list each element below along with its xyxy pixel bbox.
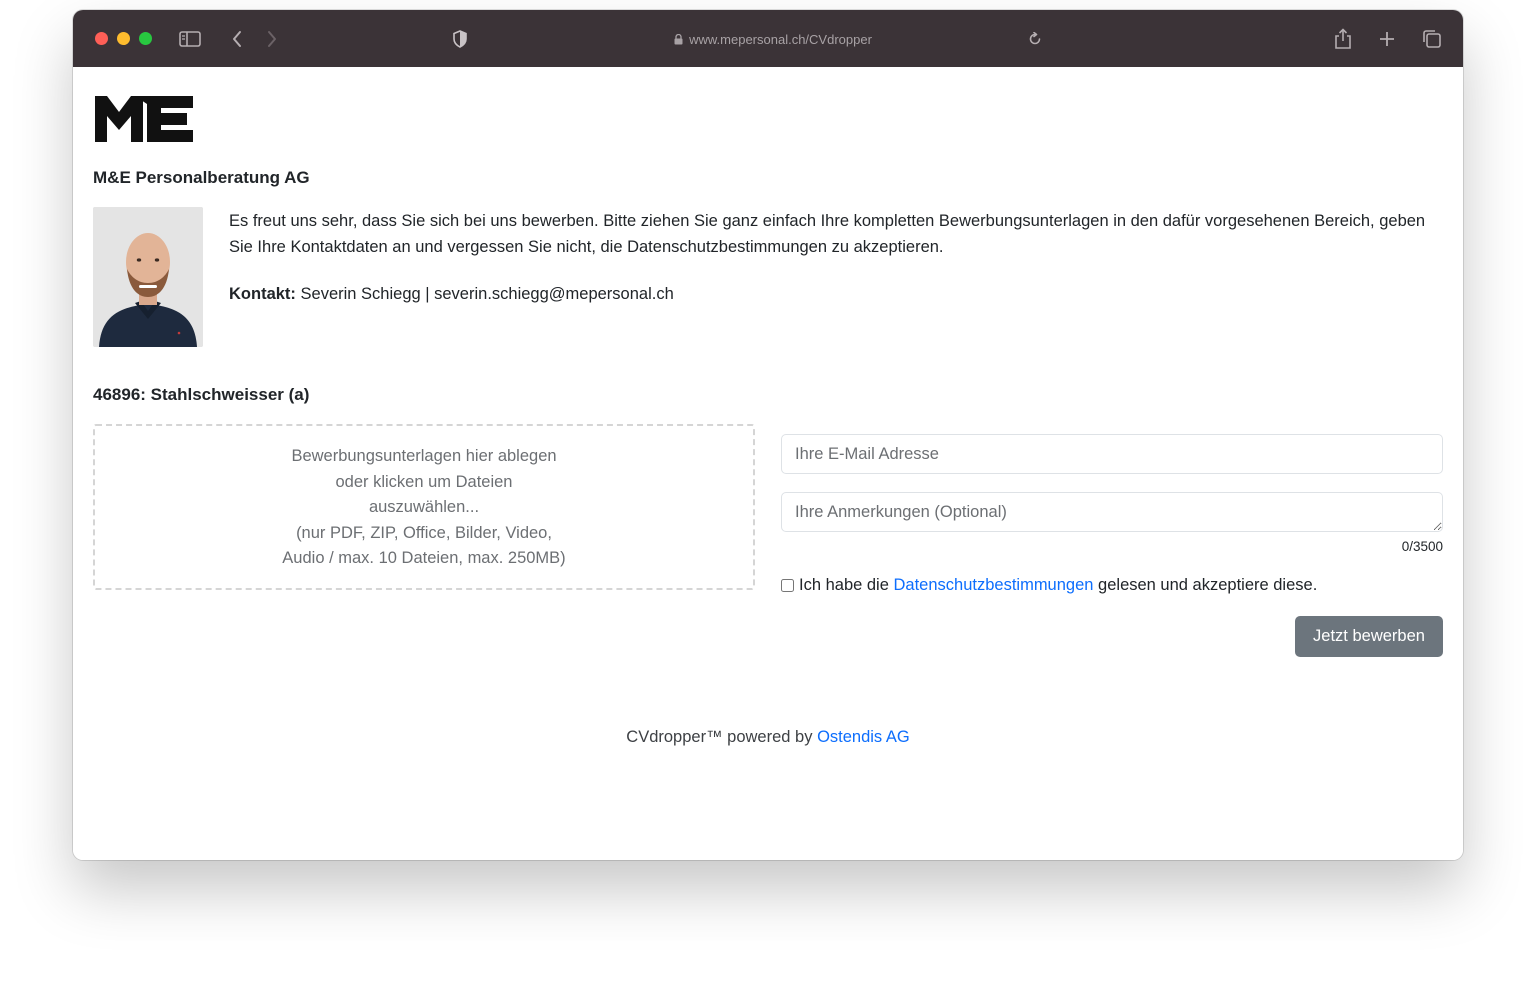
company-logo bbox=[95, 92, 195, 153]
privacy-consent-checkbox[interactable] bbox=[781, 579, 794, 592]
zoom-window-button[interactable] bbox=[139, 32, 152, 45]
company-name: M&E Personalberatung AG bbox=[93, 168, 310, 187]
dropzone-line: oder klicken um Dateien bbox=[335, 472, 513, 491]
email-field[interactable] bbox=[781, 434, 1443, 474]
new-tab-icon[interactable] bbox=[1375, 27, 1399, 51]
url-text: www.mepersonal.ch/CVdropper bbox=[689, 31, 872, 47]
share-icon[interactable] bbox=[1331, 27, 1355, 51]
remarks-field[interactable] bbox=[781, 492, 1443, 532]
forward-icon[interactable] bbox=[260, 27, 284, 51]
address-bar[interactable]: www.mepersonal.ch/CVdropper bbox=[653, 29, 893, 49]
consent-suffix: gelesen und akzeptiere diese. bbox=[1098, 576, 1318, 594]
dropzone-line: Bewerbungsunterlagen hier ablegen bbox=[291, 447, 557, 465]
file-dropzone[interactable]: Bewerbungsunterlagen hier ablegen oder k… bbox=[93, 424, 755, 590]
dropzone-line: auszuwählen... bbox=[368, 498, 480, 516]
back-icon[interactable] bbox=[225, 27, 249, 51]
character-counter: 0/3500 bbox=[1401, 539, 1443, 554]
privacy-policy-link[interactable]: Datenschutzbestimmungen bbox=[894, 576, 1094, 595]
tab-overview-icon[interactable] bbox=[1420, 27, 1444, 51]
close-window-button[interactable] bbox=[95, 32, 108, 45]
reload-icon[interactable] bbox=[1023, 27, 1047, 51]
browser-toolbar: www.mepersonal.ch/CVdropper bbox=[73, 10, 1463, 67]
ostendis-link[interactable]: Ostendis AG bbox=[817, 728, 910, 746]
contact-value: Severin Schiegg | severin.schiegg@mepers… bbox=[300, 285, 674, 303]
dropzone-line: Audio / max. 10 Dateien, max. 250MB) bbox=[282, 549, 566, 567]
contact-photo bbox=[93, 207, 203, 347]
lock-icon bbox=[674, 33, 683, 45]
privacy-shield-icon[interactable] bbox=[448, 27, 472, 51]
consent-prefix: Ich habe die bbox=[799, 576, 889, 594]
browser-window: www.mepersonal.ch/CVdropper M&E Personal… bbox=[73, 10, 1463, 860]
intro-text: Es freut uns sehr, dass Sie sich bei uns… bbox=[229, 212, 1426, 256]
contact-label: Kontakt: bbox=[229, 285, 296, 303]
privacy-consent: Ich habe die Datenschutzbestimmungen gel… bbox=[781, 576, 1317, 595]
sidebar-toggle-icon[interactable] bbox=[178, 27, 202, 51]
footer-text: CVdropper™ powered by bbox=[626, 728, 813, 746]
page-content: M&E Personalberatung AG Es freut uns seh… bbox=[73, 67, 1463, 860]
dropzone-line: (nur PDF, ZIP, Office, Bilder, Video, bbox=[296, 523, 552, 542]
contact-line: Kontakt: Severin Schiegg | severin.schie… bbox=[229, 285, 674, 304]
apply-now-button[interactable]: Jetzt bewerben bbox=[1295, 616, 1443, 657]
minimize-window-button[interactable] bbox=[117, 32, 130, 45]
footer: CVdropper™ powered by Ostendis AG bbox=[73, 728, 1463, 747]
job-title: 46896: Stahlschweisser (a) bbox=[93, 385, 310, 404]
